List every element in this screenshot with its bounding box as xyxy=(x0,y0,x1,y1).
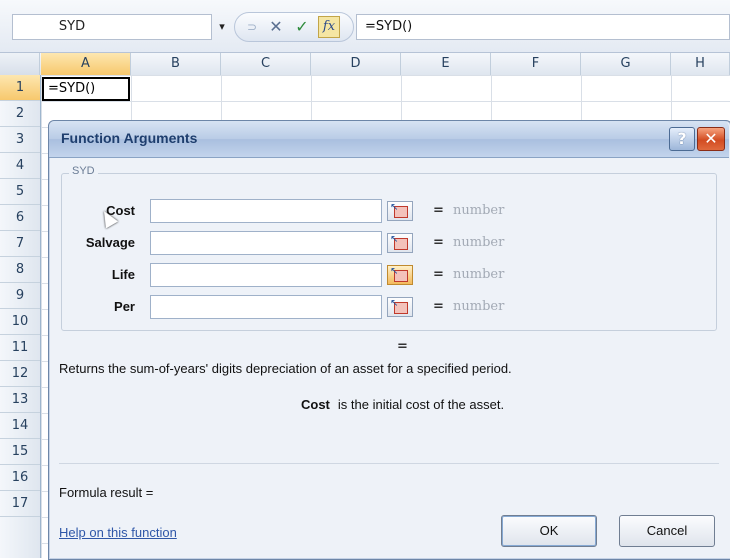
cancel-icon[interactable]: ✕ xyxy=(265,16,287,38)
select-all-corner[interactable] xyxy=(0,53,40,75)
row-header[interactable]: 11 xyxy=(0,335,40,361)
argument-equals: = xyxy=(433,235,444,250)
row-header[interactable]: 5 xyxy=(0,179,40,205)
row-header[interactable]: 14 xyxy=(0,413,40,439)
dialog-title-bar[interactable]: Function Arguments ? ✕ xyxy=(49,121,729,158)
formula-input[interactable]: =SYD() xyxy=(356,14,730,40)
argument-label-salvage: Salvage xyxy=(85,235,135,250)
argument-label-per: Per xyxy=(114,299,135,314)
column-header-f[interactable]: F xyxy=(491,53,581,75)
argument-description: Cost is the initial cost of the asset. xyxy=(301,397,504,412)
row-header[interactable]: 6 xyxy=(0,205,40,231)
row-header[interactable]: 16 xyxy=(0,465,40,491)
row-header[interactable]: 15 xyxy=(0,439,40,465)
argument-type-cost: number xyxy=(453,203,505,218)
formula-bar: SYD ▾ ⊃ ✕ ✓ fx =SYD() xyxy=(0,0,730,53)
column-header-b[interactable]: B xyxy=(131,53,221,75)
ok-button[interactable]: OK xyxy=(501,515,597,547)
dialog-title: Function Arguments xyxy=(61,130,198,146)
argument-input-per[interactable] xyxy=(150,295,382,319)
row-header[interactable]: 9 xyxy=(0,283,40,309)
row-header[interactable]: 3 xyxy=(0,127,40,153)
argument-label-life: Life xyxy=(111,267,135,282)
formula-result: Formula result = xyxy=(59,485,154,500)
row-header[interactable]: 10 xyxy=(0,309,40,335)
row-header[interactable]: 12 xyxy=(0,361,40,387)
collapse-dialog-life-icon[interactable]: ↖ xyxy=(387,265,413,285)
collapse-dialog-salvage-icon[interactable]: ↖ xyxy=(387,233,413,253)
row-header[interactable]: 17 xyxy=(0,491,40,517)
argument-type-per: number xyxy=(453,299,505,314)
argument-type-life: number xyxy=(453,267,505,282)
row-header[interactable]: 4 xyxy=(0,153,40,179)
column-header-g[interactable]: G xyxy=(581,53,671,75)
argument-description-name: Cost xyxy=(301,397,330,412)
active-cell-a1[interactable]: =SYD() xyxy=(42,77,130,101)
argument-equals: = xyxy=(433,203,444,218)
argument-input-cost[interactable] xyxy=(150,199,382,223)
insert-function-icon[interactable]: fx xyxy=(318,16,340,38)
function-name: SYD xyxy=(69,165,98,177)
cancel-button[interactable]: Cancel xyxy=(619,515,715,547)
column-header-h[interactable]: H xyxy=(671,53,730,75)
formula-controls: ⊃ ✕ ✓ fx xyxy=(234,12,354,42)
help-button[interactable]: ? xyxy=(669,127,695,151)
row-header[interactable]: 8 xyxy=(0,257,40,283)
argument-input-salvage[interactable] xyxy=(150,231,382,255)
row-header[interactable]: 7 xyxy=(0,231,40,257)
undo-icon: ⊃ xyxy=(246,20,258,34)
name-box-value: SYD xyxy=(58,19,86,34)
function-result-equals: = xyxy=(397,339,408,354)
argument-label-cost: Cost xyxy=(106,203,135,218)
column-header-d[interactable]: D xyxy=(311,53,401,75)
row-header[interactable]: 13 xyxy=(0,387,40,413)
function-description: Returns the sum-of-years' digits depreci… xyxy=(59,361,512,376)
close-button[interactable]: ✕ xyxy=(697,127,725,151)
row-headers: 1 2 3 4 5 6 7 8 9 10 11 12 13 14 15 16 1… xyxy=(0,75,41,558)
collapse-dialog-per-icon[interactable]: ↖ xyxy=(387,297,413,317)
row-header[interactable]: 2 xyxy=(0,101,40,127)
column-header-a[interactable]: A xyxy=(41,53,131,75)
column-header-c[interactable]: C xyxy=(221,53,311,75)
column-headers: A B C D E F G H xyxy=(0,53,730,76)
enter-icon[interactable]: ✓ xyxy=(291,16,313,38)
argument-equals: = xyxy=(433,267,444,282)
name-box-dropdown-icon[interactable]: ▾ xyxy=(214,14,230,40)
column-header-e[interactable]: E xyxy=(401,53,491,75)
argument-equals: = xyxy=(433,299,444,314)
argument-type-salvage: number xyxy=(453,235,505,250)
argument-description-text: is the initial cost of the asset. xyxy=(337,397,505,412)
divider xyxy=(59,463,719,464)
row-header[interactable]: 1 xyxy=(0,75,40,101)
function-arguments-dialog: Function Arguments ? ✕ SYD Cost ↖ = numb… xyxy=(48,120,730,560)
collapse-dialog-cost-icon[interactable]: ↖ xyxy=(387,201,413,221)
help-on-function-link[interactable]: Help on this function xyxy=(59,525,177,540)
name-box[interactable]: SYD xyxy=(12,14,212,40)
argument-input-life[interactable] xyxy=(150,263,382,287)
